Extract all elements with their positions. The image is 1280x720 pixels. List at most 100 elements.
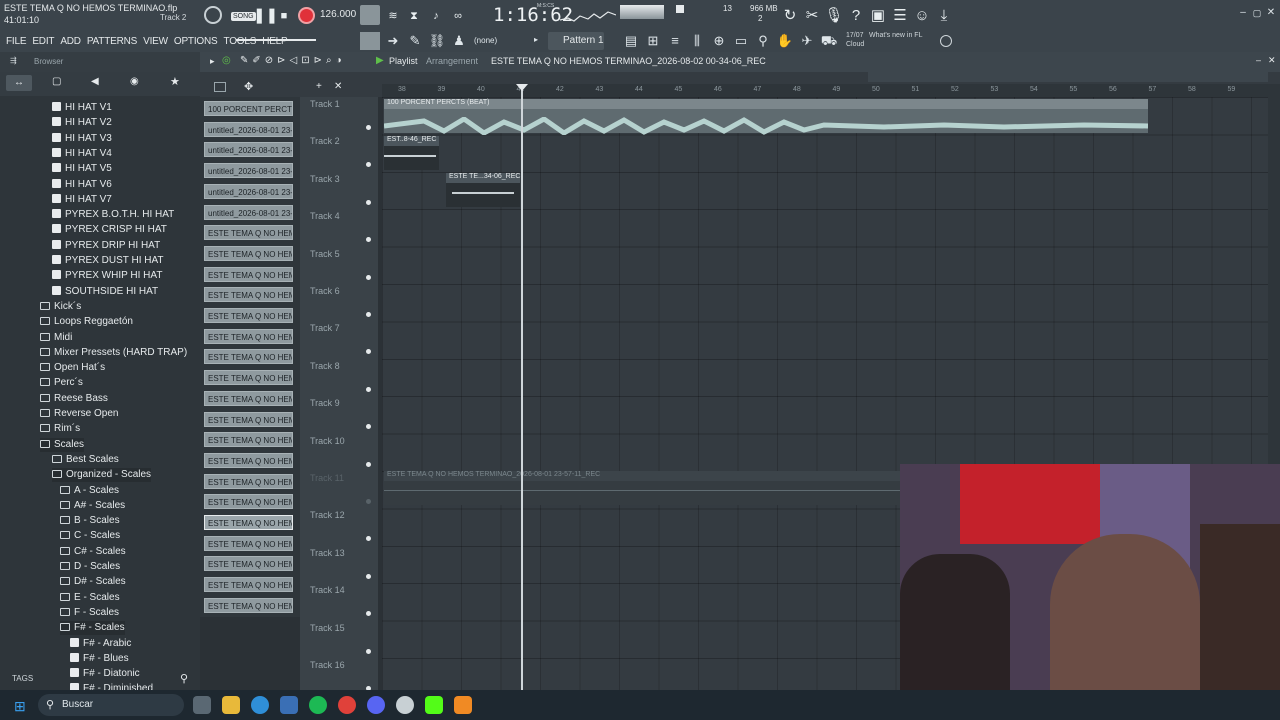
- channel-rack-icon[interactable]: ≡: [666, 32, 684, 50]
- pattern-clip-item[interactable]: ESTE TEMA Q NO HEMOS T...: [204, 535, 293, 551]
- track-mute-icon[interactable]: [366, 611, 371, 617]
- discord-icon[interactable]: [367, 696, 385, 714]
- track-mute-icon[interactable]: [366, 274, 371, 280]
- browser-item[interactable]: A - Scales: [60, 484, 119, 498]
- pattern-clip-item[interactable]: untitled_2026-08-01 23-...: [204, 142, 293, 158]
- close-icon[interactable]: ✕: [1262, 4, 1280, 22]
- menu-tools[interactable]: TOOLS: [223, 36, 256, 47]
- pattern-clip-item[interactable]: ESTE TEMA Q NO HEMOS T...: [204, 225, 293, 241]
- tuner-icon[interactable]: ✂: [802, 6, 822, 26]
- pattern-list-icon[interactable]: [214, 82, 226, 92]
- pattern-clip-item[interactable]: ESTE TEMA Q NO HEMOS T...: [204, 349, 293, 365]
- remove-track-icon[interactable]: ✕: [334, 81, 342, 92]
- track-label[interactable]: Track 15: [310, 623, 345, 633]
- track-mute-icon[interactable]: [366, 573, 371, 579]
- browser-item[interactable]: PYREX CRISP HI HAT: [52, 223, 167, 237]
- playlist-play-icon[interactable]: ▸: [210, 56, 215, 67]
- pattern-clip-item[interactable]: ESTE TEMA Q NO HEMOS T...: [204, 473, 293, 489]
- menu-help[interactable]: HELP: [262, 36, 288, 47]
- pattern-clip-item[interactable]: ESTE TEMA Q NO HEMOS T...: [204, 287, 293, 303]
- track-label[interactable]: Track 2: [310, 136, 340, 146]
- pattern-clip-item[interactable]: ESTE TEMA Q NO HEMOS T...: [204, 308, 293, 323]
- pattern-clip-item[interactable]: ESTE TEMA Q NO HEMOS T...: [204, 245, 293, 261]
- track-label[interactable]: Track 1: [310, 99, 340, 109]
- pattern-clip-item[interactable]: ESTE TEMA Q NO HEMOS T...: [204, 370, 293, 386]
- pattern-song-icon[interactable]: [360, 5, 380, 25]
- windows-start-icon[interactable]: ⊞: [14, 698, 26, 715]
- menu-options[interactable]: OPTIONS: [174, 36, 218, 47]
- pattern-clip-item[interactable]: untitled_2026-08-01 23-...: [204, 121, 293, 137]
- browser-item[interactable]: Loops Reggaetón: [40, 315, 133, 329]
- browser-item[interactable]: D# - Scales: [60, 575, 126, 589]
- browser-item[interactable]: F - Scales: [60, 606, 119, 620]
- browser-item[interactable]: HI HAT V1: [52, 101, 112, 115]
- spotify-icon[interactable]: [309, 696, 327, 714]
- track-mute-icon[interactable]: [366, 237, 371, 243]
- save-icon[interactable]: ▣: [868, 6, 888, 26]
- playlist-tools[interactable]: ✎✐⊘⊳◁⊡⊳⌕◑: [240, 55, 346, 66]
- menu-view[interactable]: VIEW: [143, 36, 168, 47]
- browser-item[interactable]: Reese Bass: [40, 392, 108, 406]
- help-icon[interactable]: ?: [846, 6, 866, 26]
- browser-item[interactable]: B - Scales: [60, 514, 120, 528]
- browser-item[interactable]: Kick´s: [40, 300, 81, 314]
- pattern-clip-item[interactable]: untitled_2026-08-01 23-...: [204, 163, 293, 179]
- microphone-icon[interactable]: 🎙: [824, 6, 844, 26]
- news-text[interactable]: What's new in FL: [869, 32, 922, 39]
- piano-roll-icon[interactable]: ⊞: [644, 32, 662, 50]
- kick-icon[interactable]: [425, 696, 443, 714]
- wait-icon[interactable]: ≋: [383, 6, 403, 26]
- playlist-clip-name[interactable]: ESTE TEMA Q NO HEMOS TERMINAO_2026-08-02…: [491, 56, 766, 66]
- chat-icon[interactable]: ☺: [912, 6, 932, 26]
- browser-item[interactable]: Perc´s: [40, 376, 83, 390]
- audio-clip-rec-1[interactable]: EST..8-46_REC: [384, 136, 439, 170]
- browser-search-icon[interactable]: ⚲: [180, 672, 188, 685]
- browser-favorites-icon[interactable]: ★: [170, 75, 180, 88]
- browser-item[interactable]: Organized - Scales: [52, 468, 152, 483]
- pattern-clip-item[interactable]: ESTE TEMA Q NO HEMOS T...: [204, 328, 293, 344]
- track-label[interactable]: Track 3: [310, 174, 340, 184]
- browser-item[interactable]: PYREX WHIP HI HAT: [52, 269, 162, 283]
- track-mute-icon[interactable]: [366, 125, 371, 130]
- refresh-icon[interactable]: ↻: [780, 6, 800, 26]
- browser-item[interactable]: Reverse Open: [40, 407, 118, 421]
- browser-item[interactable]: A# - Scales: [60, 499, 125, 513]
- playlist-icon[interactable]: ▤: [622, 32, 640, 50]
- pause-icon[interactable]: ❚❚: [253, 6, 278, 26]
- draw-icon[interactable]: ✎: [406, 32, 424, 50]
- track-label[interactable]: Track 14: [310, 585, 345, 595]
- browser-item[interactable]: Open Hat´s: [40, 361, 105, 375]
- pattern-clip-item[interactable]: ESTE TEMA Q NO HEMOS T...: [204, 266, 293, 282]
- task-view-icon[interactable]: [193, 696, 211, 714]
- menu-edit[interactable]: EDIT: [32, 36, 54, 47]
- browser-item[interactable]: C - Scales: [60, 529, 120, 543]
- track-mute-icon[interactable]: [366, 536, 371, 542]
- browser-item[interactable]: Scales: [40, 437, 85, 452]
- browser-item[interactable]: HI HAT V4: [52, 147, 112, 161]
- browser-item[interactable]: F# - Blues: [70, 652, 129, 666]
- tool-icon[interactable]: [360, 32, 380, 50]
- pattern-clip-item[interactable]: ESTE TEMA Q NO HEMOS T...: [204, 515, 293, 530]
- browser-item[interactable]: E - Scales: [60, 591, 120, 605]
- blend-icon[interactable]: ♪: [426, 6, 446, 26]
- track-mute-icon[interactable]: [366, 199, 371, 205]
- pattern-clip-item[interactable]: ESTE TEMA Q NO HEMOS T...: [204, 556, 293, 572]
- store-icon[interactable]: [280, 696, 298, 714]
- pattern-clip-item[interactable]: ESTE TEMA Q NO HEMOS T...: [204, 432, 293, 448]
- track-label[interactable]: Track 13: [310, 548, 345, 558]
- plugin-picker-icon[interactable]: ⊕: [710, 32, 728, 50]
- audio-clip-muted[interactable]: ESTE TEMA Q NO HEMOS TERMINAO_2026-08-01…: [384, 471, 902, 505]
- magnet-icon[interactable]: ◎: [222, 55, 231, 66]
- browser-item[interactable]: F# - Diatonic: [70, 667, 140, 681]
- pattern-clip-item[interactable]: ESTE TEMA Q NO HEMOS T...: [204, 577, 293, 593]
- track-label[interactable]: Track 5: [310, 249, 340, 259]
- track-label[interactable]: Track 10: [310, 436, 345, 446]
- browser-item[interactable]: HI HAT V7: [52, 193, 112, 207]
- playlist-close-icon[interactable]: ✕: [1268, 55, 1276, 66]
- pattern-clip-item[interactable]: 100 PORCENT PERCTS...: [204, 101, 293, 116]
- touch-icon[interactable]: ✋: [776, 32, 794, 50]
- track-label[interactable]: Track 11: [310, 473, 344, 483]
- browser-item[interactable]: HI HAT V6: [52, 178, 112, 192]
- browser-item[interactable]: Rim´s: [40, 422, 80, 436]
- track-label[interactable]: Track 9: [310, 398, 340, 408]
